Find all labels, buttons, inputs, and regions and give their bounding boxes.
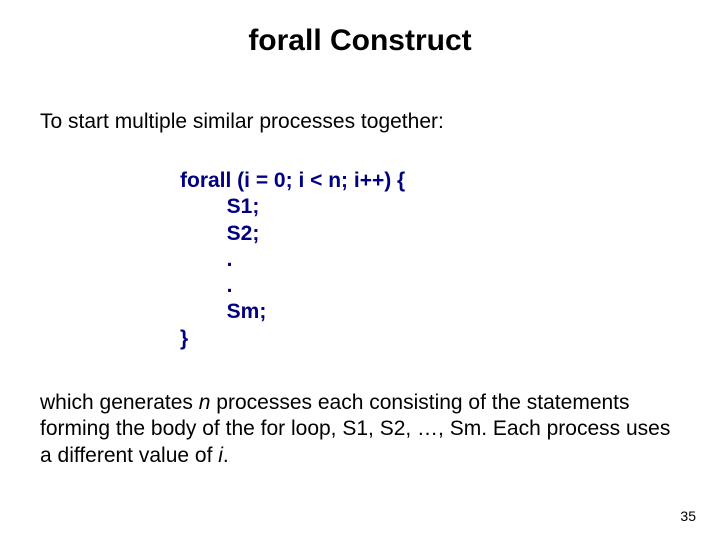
code-line-2: S1; — [180, 195, 259, 218]
slide: forall Construct To start multiple simil… — [0, 0, 720, 540]
page-number: 35 — [680, 508, 696, 524]
code-line-6: Sm; — [180, 300, 266, 323]
code-line-7: } — [180, 327, 188, 350]
code-block: forall (i = 0; i < n; i++) { S1; S2; . .… — [180, 168, 405, 352]
code-line-3: S2; — [180, 222, 259, 245]
code-line-5: . — [180, 274, 233, 297]
code-line-1: forall (i = 0; i < n; i++) { — [180, 169, 405, 192]
intro-text: To start multiple similar processes toge… — [40, 110, 680, 134]
description-text: which generates n processes each consist… — [40, 390, 680, 469]
slide-title: forall Construct — [0, 24, 720, 58]
desc-part-1: which generates — [40, 391, 199, 414]
desc-part-3: . — [223, 444, 229, 467]
desc-var-n: n — [199, 391, 211, 414]
code-line-4: . — [180, 248, 233, 271]
